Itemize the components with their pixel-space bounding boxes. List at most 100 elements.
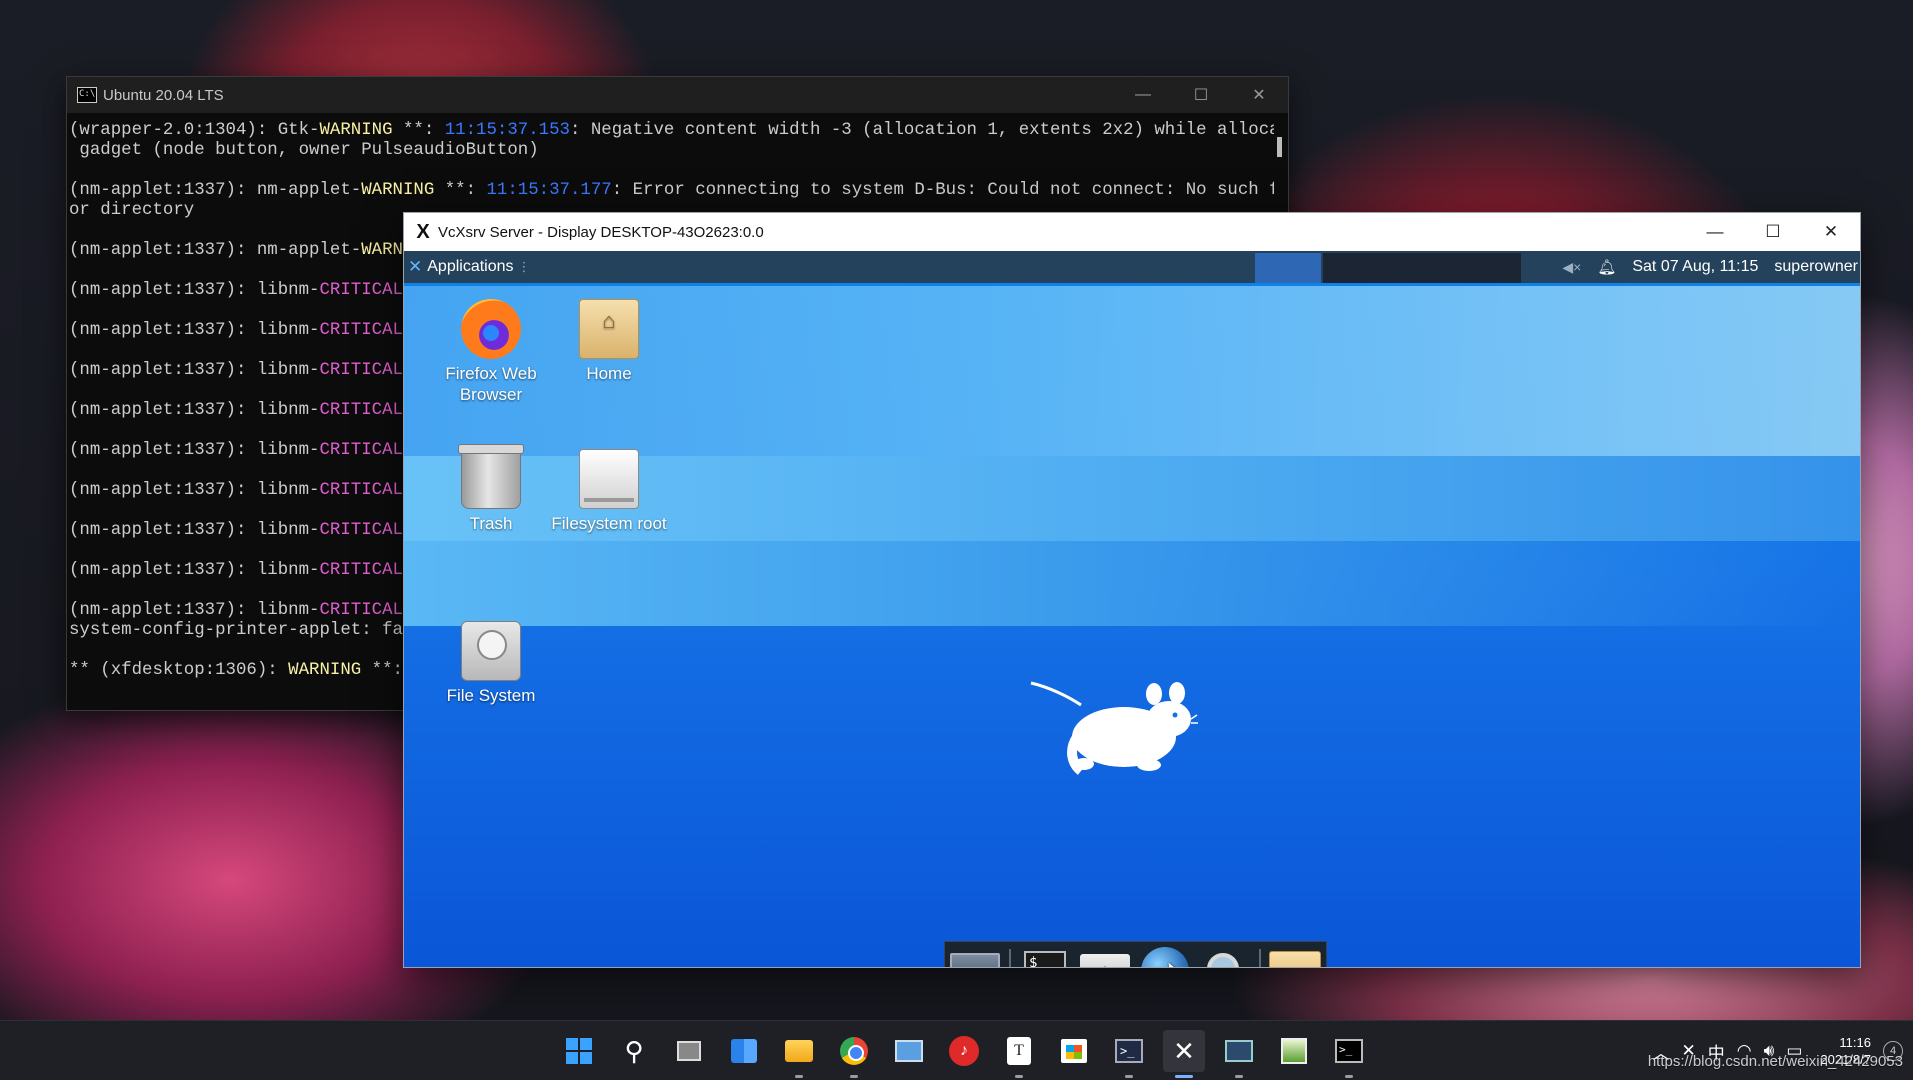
console-line-segment: gadget (node button, owner PulseaudioBut… xyxy=(69,141,539,160)
console-line-segment: (nm-applet:1337): nm-applet- xyxy=(69,181,362,200)
vcxsrv-titlebar[interactable]: X VcXsrv Server - Display DESKTOP-43O262… xyxy=(404,213,1860,251)
desktop-icon-label: Trash xyxy=(469,514,513,533)
xfce-logo-icon: ✕ xyxy=(408,257,423,276)
dock-folder[interactable] xyxy=(1269,947,1321,967)
taskbar-widgets[interactable] xyxy=(723,1030,765,1072)
taskbar-task-view[interactable] xyxy=(668,1030,710,1072)
console-line-segment: (nm-applet:1337): libnm- xyxy=(69,521,320,540)
console-line-segment: (nm-applet:1337): libnm- xyxy=(69,601,320,620)
widgets-icon xyxy=(731,1039,757,1063)
hard-disk-icon xyxy=(461,621,521,681)
windows-taskbar: ⚲ ♪ T >_ ✕ >_ ︿ ✕ 中 ◠ 🔊︎ ▭ 11:16 2021/8/… xyxy=(0,1020,1913,1080)
taskbar-image-viewer[interactable] xyxy=(1273,1030,1315,1072)
desktop-icon-home[interactable]: Home xyxy=(544,299,674,384)
vcxsrv-title: VcXsrv Server - Display DESKTOP-43O2623:… xyxy=(438,223,764,241)
taskbar-start[interactable] xyxy=(558,1030,600,1072)
dock-separator xyxy=(1259,949,1261,967)
console-line-segment: (nm-applet:1337): libnm- xyxy=(69,321,320,340)
dock-show-desktop[interactable] xyxy=(949,947,1001,967)
vcxsrv-window[interactable]: X VcXsrv Server - Display DESKTOP-43O262… xyxy=(403,212,1861,968)
taskbar-netease-music[interactable]: ♪ xyxy=(943,1030,985,1072)
x-logo-icon: X xyxy=(416,221,430,243)
dock-app-finder[interactable] xyxy=(1199,947,1251,967)
store-icon xyxy=(1061,1039,1087,1063)
drive-icon xyxy=(579,449,639,509)
taskbar-file-explorer[interactable] xyxy=(778,1030,820,1078)
netease-music-icon: ♪ xyxy=(949,1036,979,1066)
taskbar-remote-desktop[interactable] xyxy=(888,1030,930,1072)
taskbar-powershell[interactable]: >_ xyxy=(1108,1030,1150,1078)
image-viewer-icon xyxy=(1281,1038,1307,1064)
console-line-segment: : Negative content width -3 (allocation … xyxy=(569,121,1274,140)
user-menu[interactable]: superowner xyxy=(1774,258,1858,276)
task-view-icon xyxy=(677,1041,701,1061)
applications-menu[interactable]: ✕ Applications ⋮ xyxy=(404,257,531,277)
firefox-icon xyxy=(461,299,521,359)
performance-monitor-icon xyxy=(1225,1040,1253,1062)
console-app-icon: C:\ xyxy=(77,87,97,103)
xfce-mouse-logo xyxy=(1030,681,1198,775)
dock-file-manager[interactable]: ⌂ xyxy=(1079,947,1131,967)
dock-terminal[interactable]: $_ xyxy=(1019,947,1071,967)
minimize-button[interactable]: — xyxy=(1114,77,1172,113)
console-line-segment: CRITICAL xyxy=(319,521,403,540)
typora-icon: T xyxy=(1007,1037,1031,1065)
taskbar-performance-monitor[interactable] xyxy=(1218,1030,1260,1078)
xfce-dock: $_ ⌂ xyxy=(944,941,1327,967)
taskbar-vcxsrv[interactable]: ✕ xyxy=(1163,1030,1205,1078)
taskbar-store[interactable] xyxy=(1053,1030,1095,1072)
console-line-segment: or directory xyxy=(69,201,195,220)
workspace-4[interactable] xyxy=(1455,253,1521,283)
panel-clock[interactable]: Sat 07 Aug, 11:15 xyxy=(1632,258,1758,276)
file-explorer-icon xyxy=(785,1040,813,1062)
desktop-icon-filesystem-root[interactable]: Filesystem root xyxy=(544,449,674,534)
taskbar-terminal[interactable]: >_ xyxy=(1328,1030,1370,1078)
workspace-3[interactable] xyxy=(1389,253,1455,283)
desktop-icon-firefox[interactable]: Firefox Web Browser xyxy=(426,299,556,405)
panel-tray: ◀× 🔔︎ Sat 07 Aug, 11:15 superowner xyxy=(1562,251,1860,283)
search-icon: ⚲ xyxy=(624,1035,644,1066)
close-button[interactable]: ✕ xyxy=(1230,77,1288,113)
console-line-segment: 11:15:37.153 xyxy=(444,121,570,140)
terminal-icon: $_ xyxy=(1024,951,1066,967)
powershell-icon: >_ xyxy=(1115,1039,1143,1063)
console-line-segment: CRITICAL xyxy=(319,361,403,380)
desktop-icon-trash[interactable]: Trash xyxy=(426,444,556,534)
desktop-icon-label: Firefox Web Browser xyxy=(445,364,537,404)
console-scrollbar-thumb[interactable] xyxy=(1277,137,1282,157)
home-folder-icon xyxy=(579,299,639,359)
console-line-segment: CRITICAL xyxy=(319,441,403,460)
console-line-segment: (nm-applet:1337): libnm- xyxy=(69,561,320,580)
console-line: (wrapper-2.0:1304): Gtk-WARNING **: 11:1… xyxy=(69,121,1274,141)
console-line-segment: **: xyxy=(392,121,445,140)
console-line-segment: (nm-applet:1337): nm-applet- xyxy=(69,241,362,260)
desktop-icon-label: Filesystem root xyxy=(551,514,667,533)
start-icon xyxy=(566,1038,592,1064)
console-titlebar[interactable]: C:\ Ubuntu 20.04 LTS — ☐ ✕ xyxy=(67,77,1288,113)
volume-muted-icon[interactable]: ◀× xyxy=(1562,259,1581,276)
system-tray: ︿ ✕ 中 ◠ 🔊︎ ▭ 11:16 2021/8/7 4 xyxy=(1653,1021,1903,1080)
taskbar-typora[interactable]: T xyxy=(998,1030,1040,1078)
taskbar-chrome[interactable] xyxy=(833,1030,875,1078)
terminal-icon: >_ xyxy=(1335,1039,1363,1063)
minimize-button[interactable]: — xyxy=(1686,213,1744,251)
dock-separator xyxy=(1009,949,1011,967)
taskbar-search[interactable]: ⚲ xyxy=(613,1030,655,1072)
maximize-button[interactable]: ☐ xyxy=(1172,77,1230,113)
workspace-1[interactable] xyxy=(1255,253,1321,283)
close-button[interactable]: ✕ xyxy=(1802,213,1860,251)
console-line-segment: (nm-applet:1337): libnm- xyxy=(69,361,320,380)
dock-web-browser[interactable] xyxy=(1139,947,1191,967)
desktop-icon-file-system[interactable]: File System xyxy=(426,621,556,706)
maximize-button[interactable]: ☐ xyxy=(1744,213,1802,251)
remote-desktop-icon xyxy=(895,1040,923,1062)
workspace-2[interactable] xyxy=(1323,253,1389,283)
console-line-segment: ** (xfdesktop:1306): xyxy=(69,661,289,680)
notification-bell-icon[interactable]: 🔔︎ xyxy=(1597,258,1616,276)
xfce-desktop[interactable]: ✕ Applications ⋮ ◀× 🔔︎ Sat 07 Aug, 11:15… xyxy=(404,251,1860,967)
console-line-segment: (nm-applet:1337): libnm- xyxy=(69,401,320,420)
console-line-segment: 11:15:37.177 xyxy=(486,181,612,200)
xfce-top-panel: ✕ Applications ⋮ ◀× 🔔︎ Sat 07 Aug, 11:15… xyxy=(404,251,1860,283)
file-manager-icon: ⌂ xyxy=(1080,954,1130,967)
